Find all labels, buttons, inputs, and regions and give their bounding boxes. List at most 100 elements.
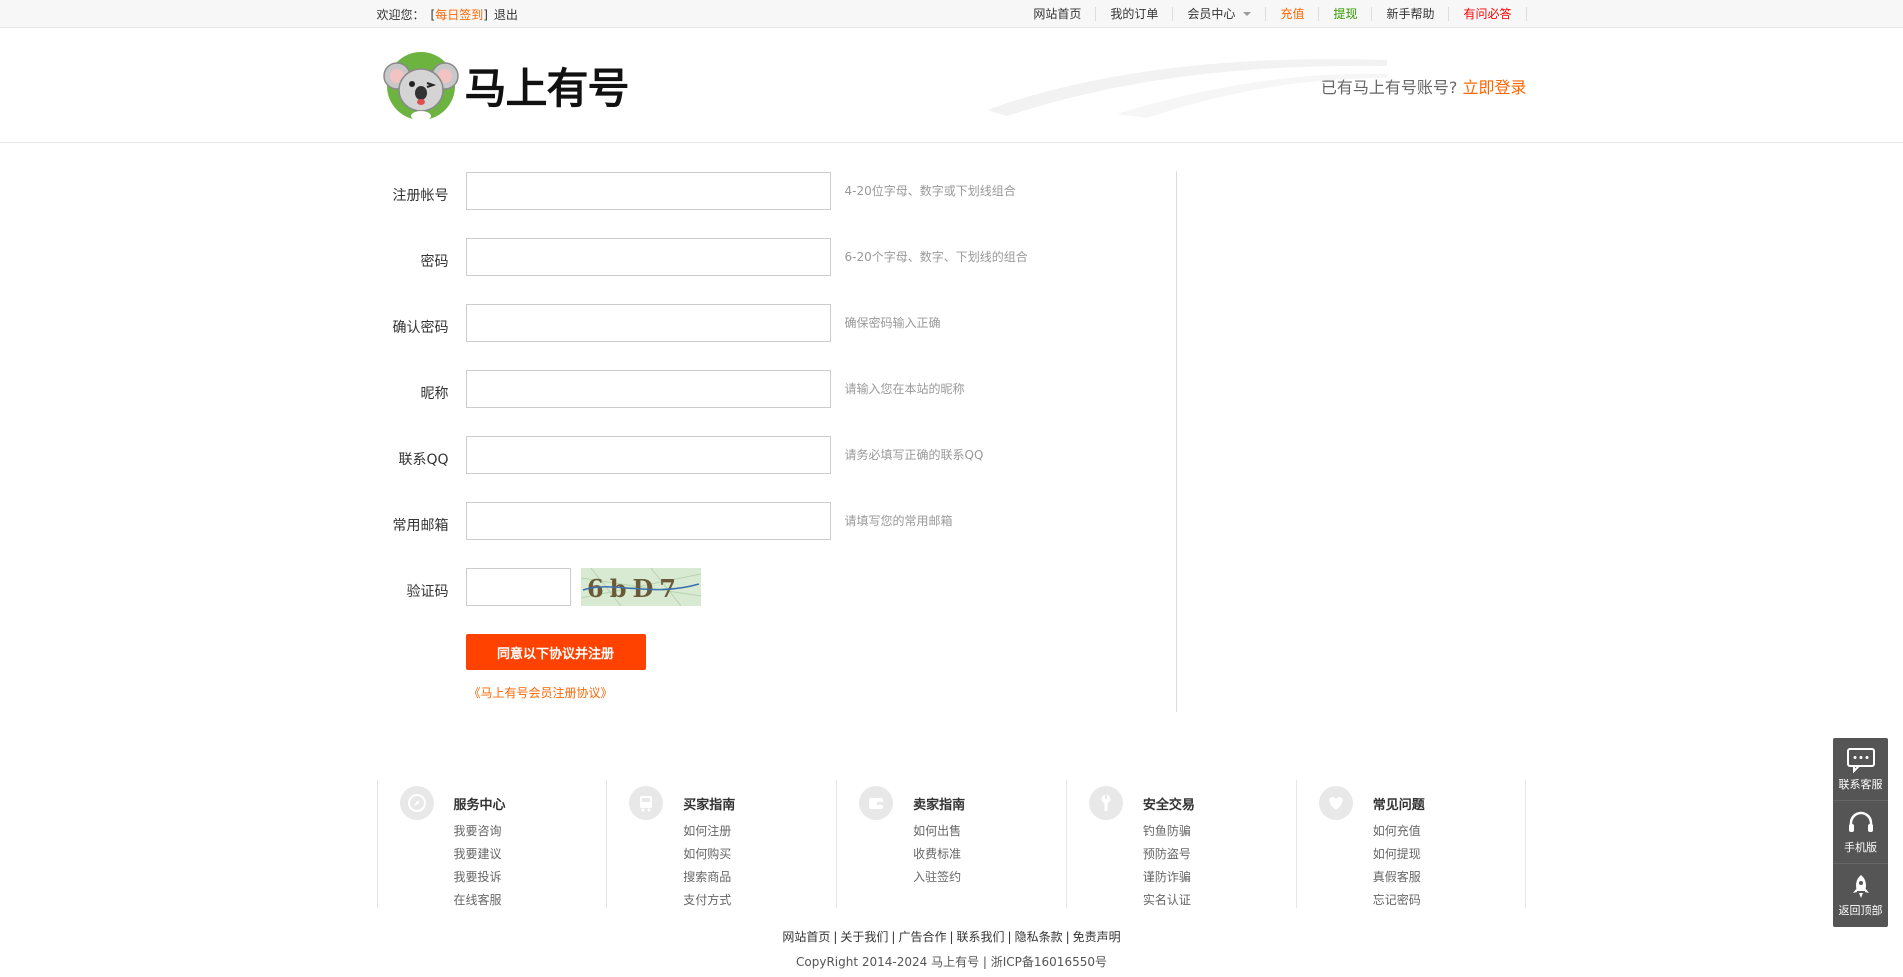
captcha-image[interactable]: 6bD7 bbox=[580, 568, 701, 606]
form-row-nickname: 昵称 请输入您在本站的昵称 bbox=[377, 370, 1176, 408]
help-link[interactable]: 搜索商品 bbox=[683, 866, 735, 889]
koala-logo-icon bbox=[382, 51, 459, 121]
qq-label: 联系QQ bbox=[398, 452, 449, 468]
help-column-service: 服务中心 我要咨询 我要建议 我要投诉 在线客服 bbox=[376, 780, 607, 908]
side-mobile[interactable]: 手机版 bbox=[1833, 801, 1888, 864]
top-nav-help[interactable]: 新手帮助 bbox=[1372, 7, 1450, 21]
top-nav-qa[interactable]: 有问必答 bbox=[1449, 7, 1527, 21]
email-hint: 请填写您的常用邮箱 bbox=[844, 513, 953, 528]
top-nav-withdraw[interactable]: 提现 bbox=[1319, 7, 1373, 21]
top-nav-orders-label: 我的订单 bbox=[1110, 7, 1159, 21]
qq-hint: 请务必填写正确的联系QQ bbox=[844, 447, 984, 462]
welcome-area: 欢迎您： [每日签到] 退出 bbox=[377, 6, 518, 23]
side-mobile-label: 手机版 bbox=[1844, 840, 1877, 854]
help-link[interactable]: 真假客服 bbox=[1373, 866, 1425, 889]
welcome-text: 欢迎您： bbox=[376, 7, 425, 22]
help-link[interactable]: 收费标准 bbox=[913, 843, 965, 866]
top-nav-orders[interactable]: 我的订单 bbox=[1096, 7, 1174, 21]
side-contact-service[interactable]: 联系客服 bbox=[1833, 738, 1888, 801]
help-link[interactable]: 实名认证 bbox=[1143, 889, 1195, 912]
rocket-icon bbox=[1852, 875, 1869, 898]
account-input[interactable] bbox=[465, 172, 831, 210]
footer-separator: | bbox=[949, 930, 954, 944]
footer-link-contact[interactable]: 联系我们 bbox=[957, 930, 1005, 944]
chevron-down-icon bbox=[1243, 12, 1252, 16]
top-nav-recharge-label: 充值 bbox=[1280, 7, 1305, 21]
footer-link-home[interactable]: 网站首页 bbox=[782, 930, 830, 944]
help-link[interactable]: 我要投诉 bbox=[454, 866, 506, 889]
help-link[interactable]: 如何充值 bbox=[1373, 820, 1425, 843]
footer-link-ads[interactable]: 广告合作 bbox=[898, 930, 946, 944]
help-link[interactable]: 我要建议 bbox=[454, 843, 506, 866]
register-form: 注册帐号 4-20位字母、数字或下划线组合 密码 6-20个字母、数字、下划线的… bbox=[377, 171, 1177, 712]
captcha-label: 验证码 bbox=[406, 584, 449, 600]
form-row-captcha: 验证码 6bD7 bbox=[377, 568, 1176, 606]
help-title: 服务中心 bbox=[453, 798, 506, 813]
email-input[interactable] bbox=[465, 502, 831, 540]
bracket-close: ] bbox=[483, 7, 488, 22]
help-column-security: 安全交易 钓鱼防骗 预防盗号 谨防诈骗 实名认证 bbox=[1065, 780, 1296, 908]
account-label: 注册帐号 bbox=[392, 188, 449, 204]
top-nav-home-label: 网站首页 bbox=[1033, 7, 1082, 21]
side-back-to-top[interactable]: 返回顶部 bbox=[1833, 864, 1888, 927]
top-bar: 欢迎您： [每日签到] 退出 网站首页 我的订单 会员中心 充值 提现 新手帮助… bbox=[0, 0, 1903, 28]
help-link[interactable]: 如何提现 bbox=[1373, 843, 1425, 866]
help-link[interactable]: 支付方式 bbox=[683, 889, 735, 912]
compass-icon bbox=[399, 786, 434, 820]
captcha-input[interactable] bbox=[465, 568, 571, 606]
footer-link-disclaimer[interactable]: 免责声明 bbox=[1073, 930, 1121, 944]
help-link[interactable]: 预防盗号 bbox=[1143, 843, 1195, 866]
top-nav: 网站首页 我的订单 会员中心 充值 提现 新手帮助 有问必答 bbox=[1019, 0, 1527, 28]
daily-checkin-link[interactable]: 每日签到 bbox=[435, 8, 483, 22]
footer-separator: | bbox=[891, 930, 896, 944]
nickname-hint: 请输入您在本站的昵称 bbox=[844, 381, 965, 396]
footer-link-privacy[interactable]: 隐私条款 bbox=[1015, 930, 1063, 944]
footer-links: 网站首页 | 关于我们 | 广告合作 | 联系我们 | 隐私条款 | 免责声明 bbox=[0, 928, 1903, 945]
copyright: CopyRight 2014-2024 马上有号 | 浙ICP备16016550… bbox=[796, 955, 1107, 969]
nickname-input[interactable] bbox=[465, 370, 831, 408]
help-link[interactable]: 忘记密码 bbox=[1373, 889, 1425, 912]
footer-separator: | bbox=[1065, 930, 1070, 944]
password-hint: 6-20个字母、数字、下划线的组合 bbox=[844, 249, 1028, 264]
form-row-email: 常用邮箱 请填写您的常用邮箱 bbox=[377, 502, 1176, 540]
help-column-buyer: 买家指南 如何注册 如何购买 搜索商品 支付方式 bbox=[606, 780, 836, 908]
help-link[interactable]: 谨防诈骗 bbox=[1143, 866, 1195, 889]
site-logo[interactable]: 马上有号 bbox=[381, 50, 630, 122]
register-submit-button[interactable]: 同意以下协议并注册 bbox=[465, 634, 646, 670]
side-contact-label: 联系客服 bbox=[1838, 777, 1883, 791]
footer-link-about[interactable]: 关于我们 bbox=[840, 930, 888, 944]
top-nav-home[interactable]: 网站首页 bbox=[1019, 7, 1097, 21]
help-link[interactable]: 如何购买 bbox=[683, 843, 735, 866]
help-title: 买家指南 bbox=[683, 798, 736, 813]
help-title: 卖家指南 bbox=[913, 798, 966, 813]
main: 注册帐号 4-20位字母、数字或下划线组合 密码 6-20个字母、数字、下划线的… bbox=[377, 171, 1527, 712]
password-label: 密码 bbox=[420, 254, 449, 270]
help-link[interactable]: 如何出售 bbox=[913, 820, 965, 843]
help-link[interactable]: 入驻签约 bbox=[913, 866, 965, 889]
confirm-password-hint: 确保密码输入正确 bbox=[844, 315, 941, 330]
password-input[interactable] bbox=[465, 238, 831, 276]
form-row-account: 注册帐号 4-20位字母、数字或下划线组合 bbox=[377, 172, 1176, 210]
top-nav-member-center-label: 会员中心 bbox=[1187, 7, 1236, 21]
heart-icon bbox=[1318, 786, 1353, 820]
chat-icon bbox=[1846, 747, 1875, 773]
help-link[interactable]: 在线客服 bbox=[454, 889, 506, 912]
login-link[interactable]: 立即登录 bbox=[1462, 78, 1526, 97]
logout-link[interactable]: 退出 bbox=[494, 6, 518, 23]
wrench-icon bbox=[1088, 786, 1123, 820]
top-nav-recharge[interactable]: 充值 bbox=[1266, 7, 1320, 21]
form-row-qq: 联系QQ 请务必填写正确的联系QQ bbox=[377, 436, 1176, 474]
nickname-label: 昵称 bbox=[420, 386, 449, 402]
confirm-password-input[interactable] bbox=[465, 304, 831, 342]
qq-input[interactable] bbox=[465, 436, 831, 474]
headset-icon bbox=[1848, 811, 1873, 832]
help-title: 安全交易 bbox=[1142, 798, 1195, 813]
help-link[interactable]: 如何注册 bbox=[683, 820, 735, 843]
help-title: 常见问题 bbox=[1372, 798, 1425, 813]
help-link[interactable]: 钓鱼防骗 bbox=[1143, 820, 1195, 843]
account-hint: 4-20位字母、数字或下划线组合 bbox=[844, 183, 1016, 198]
header: 马上有号 已有马上有号账号? 立即登录 bbox=[0, 28, 1903, 143]
top-nav-member-center[interactable]: 会员中心 bbox=[1173, 7, 1267, 21]
help-link[interactable]: 我要咨询 bbox=[454, 820, 506, 843]
agreement-link[interactable]: 《马上有号会员注册协议》 bbox=[469, 684, 1176, 701]
